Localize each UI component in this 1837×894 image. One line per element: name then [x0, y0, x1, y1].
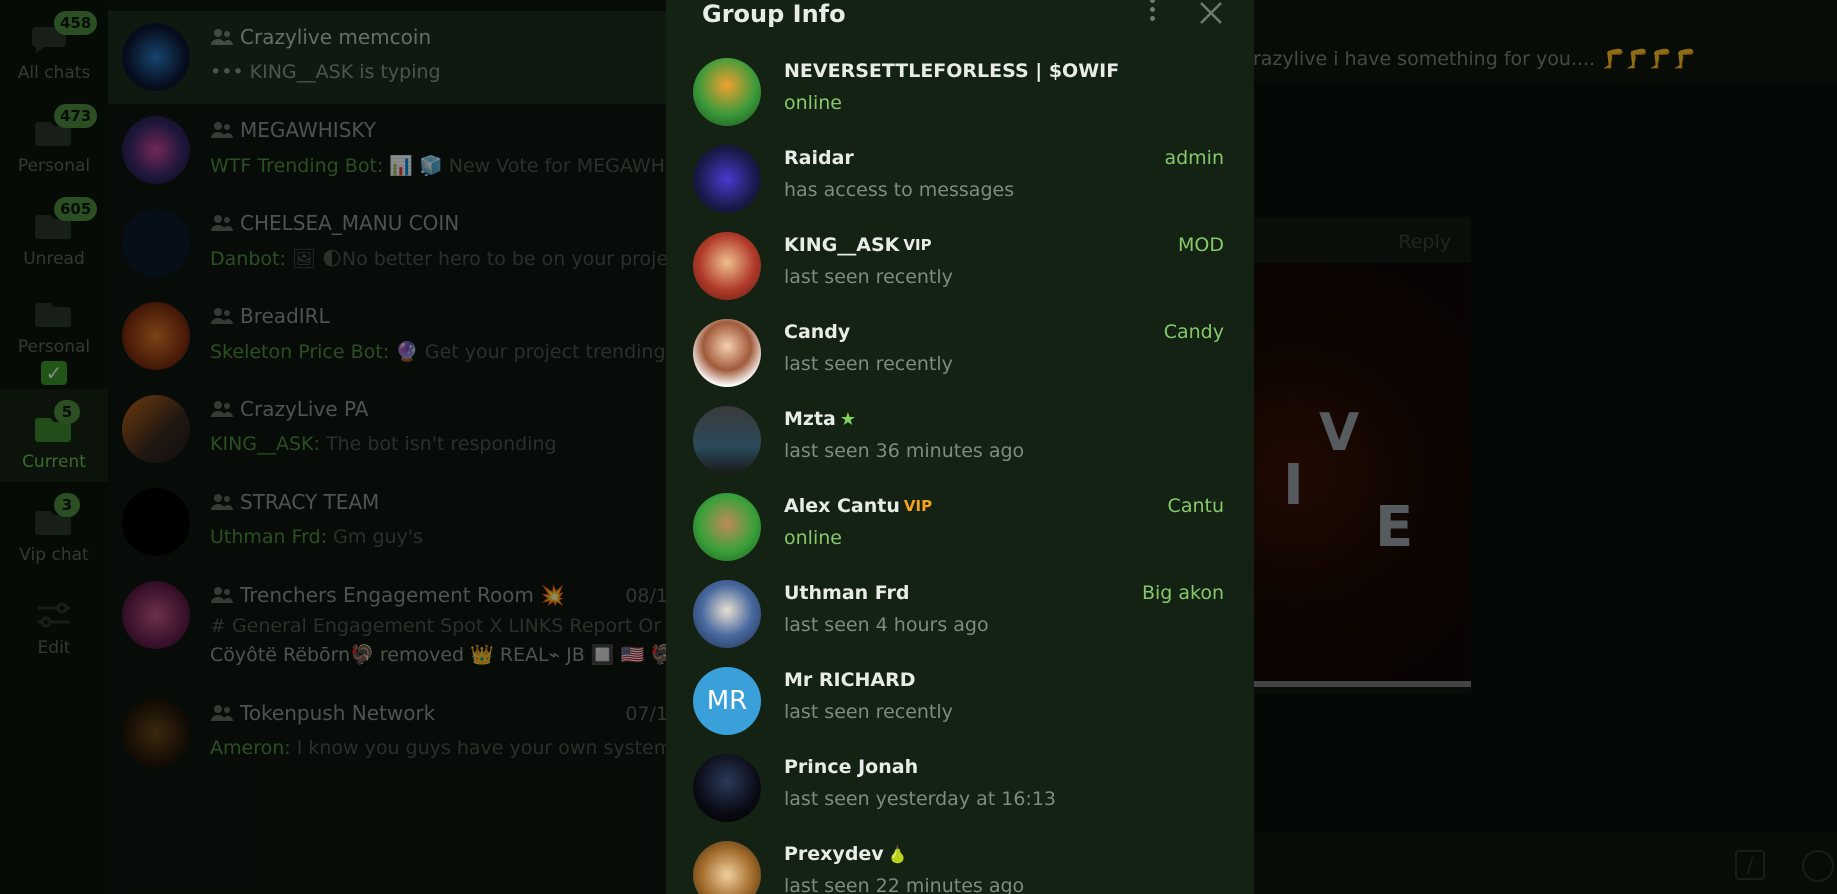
member-role: Big akon [1141, 582, 1224, 604]
member-row[interactable]: Candy last seen recently Candy [666, 313, 1254, 400]
member-status: last seen 36 minutes ago [784, 440, 1025, 462]
member-avatar [693, 754, 761, 822]
member-status: has access to messages [784, 179, 1015, 201]
member-name: Mr RICHARD [784, 669, 916, 691]
member-avatar [693, 406, 761, 474]
member-name: Uthman Frd [784, 582, 910, 604]
member-name: Candy [784, 321, 851, 343]
close-icon[interactable] [1198, 0, 1224, 26]
member-avatar [693, 580, 761, 648]
telegram-window: 458 All chats 473 Personal 605 Unread Pe… [0, 0, 1837, 894]
member-avatar [693, 319, 761, 387]
group-info-dialog: Group Info NEVERSETTLEFORLESS | $OWIF on… [666, 0, 1254, 894]
member-row[interactable]: Uthman Frd last seen 4 hours ago Big ako… [666, 574, 1254, 661]
member-role: MOD [1178, 234, 1224, 256]
member-row[interactable]: Prexydev 🍐 last seen 22 minutes ago [666, 835, 1254, 894]
vip-badge: VIP [903, 497, 933, 515]
member-row[interactable]: Mzta ★ last seen 36 minutes ago [666, 400, 1254, 487]
member-status: online [784, 92, 842, 114]
member-name: Raidar [784, 147, 854, 169]
member-row[interactable]: MR Mr RICHARD last seen recently [666, 661, 1254, 748]
member-name: Mzta [784, 408, 836, 430]
star-icon: ★ [839, 408, 857, 430]
member-name: Prince Jonah [784, 756, 919, 778]
member-name: Prexydev [784, 843, 884, 865]
member-row[interactable]: Raidar has access to messages admin [666, 139, 1254, 226]
member-name: KING__ASK [784, 234, 900, 256]
vip-badge: VIP [903, 236, 932, 254]
member-avatar [693, 232, 761, 300]
member-row[interactable]: Alex Cantu VIP online Cantu [666, 487, 1254, 574]
member-row[interactable]: Prince Jonah last seen yesterday at 16:1… [666, 748, 1254, 835]
member-avatar [693, 493, 761, 561]
member-row[interactable]: NEVERSETTLEFORLESS | $OWIF online [666, 52, 1254, 139]
member-avatar [693, 58, 761, 126]
member-avatar [693, 841, 761, 894]
member-status: last seen 22 minutes ago [784, 875, 1025, 894]
member-status: last seen recently [784, 266, 953, 288]
member-avatar: MR [693, 667, 761, 735]
member-avatar [693, 145, 761, 213]
avatar-initials: MR [693, 667, 761, 735]
pear-emoji-icon: 🍐 [887, 844, 908, 864]
member-status: last seen recently [784, 701, 953, 723]
member-status: last seen 4 hours ago [784, 614, 989, 636]
more-menu-icon[interactable] [1146, 0, 1158, 26]
dialog-title: Group Info [702, 0, 846, 28]
member-status: online [784, 527, 842, 549]
member-role: Candy [1163, 321, 1224, 343]
member-role: Cantu [1167, 495, 1224, 517]
member-role: admin [1164, 147, 1224, 169]
member-name: Alex Cantu [784, 495, 900, 517]
member-status: last seen recently [784, 353, 953, 375]
member-status: last seen yesterday at 16:13 [784, 788, 1056, 810]
member-row[interactable]: KING__ASK VIP last seen recently MOD [666, 226, 1254, 313]
member-name: NEVERSETTLEFORLESS | $OWIF [784, 60, 1120, 82]
